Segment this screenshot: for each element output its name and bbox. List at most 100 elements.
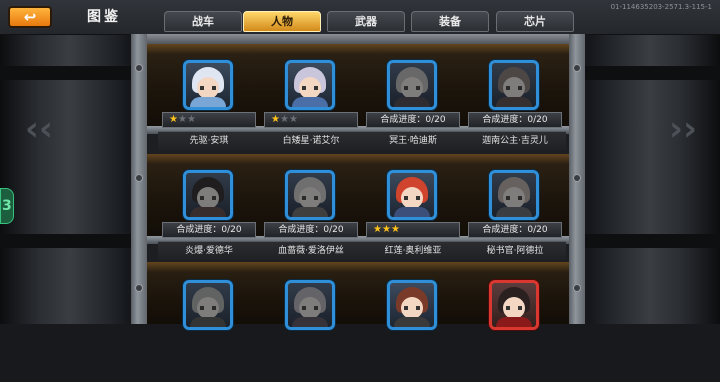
back-button[interactable]: ↩ [8, 6, 52, 28]
star-icon: ★ [279, 114, 289, 125]
synthesis-status: ★★★ [264, 112, 358, 128]
side-drawer-tab[interactable]: 3 [0, 188, 14, 224]
character-card[interactable] [260, 280, 362, 382]
character-name: 迦南公主·吉灵儿 [464, 131, 566, 150]
face-shape [299, 187, 321, 209]
hair-shape [294, 177, 326, 203]
character-portrait[interactable] [387, 280, 437, 330]
character-card[interactable] [158, 280, 260, 382]
collection-frame: ★★★ 先驱·安琪 ★★★ 白矮星·诺艾尔 合成进度：0/20 冥王·哈迪斯 合成进度：0/… [131, 34, 585, 330]
star-icon: ★ [271, 114, 280, 125]
side-drawer-glyph: 3 [2, 198, 12, 214]
hair-shape [498, 177, 530, 203]
character-card[interactable] [464, 280, 566, 382]
synthesis-status: 合成进度：0/20 [468, 112, 562, 128]
character-card[interactable]: 合成进度：0/20 秘书官·阿德拉 [464, 170, 566, 272]
right-chevron-icon: ›› [668, 109, 698, 149]
eyes-shape [506, 86, 522, 90]
eyes-shape [506, 196, 522, 200]
star-rating: ★★★ [271, 114, 298, 126]
back-arrow-icon: ↩ [23, 8, 37, 26]
character-portrait[interactable] [489, 280, 539, 330]
character-portrait[interactable] [183, 170, 233, 220]
star-rating: ★★★ [373, 224, 400, 236]
eyes-shape [302, 196, 318, 200]
tab-chips[interactable]: 芯片 [496, 11, 574, 32]
eyes-shape [404, 196, 420, 200]
character-card[interactable]: 合成进度：0/20 迦南公主·吉灵儿 [464, 60, 566, 162]
character-name: 秘书官·阿德拉 [464, 241, 566, 260]
tab-vehicles[interactable]: 战车 [164, 11, 242, 32]
eyes-shape [404, 306, 420, 310]
tab-equipment[interactable]: 装备 [411, 11, 489, 32]
hair-shape [498, 67, 530, 93]
left-chevron-icon: ‹‹ [24, 109, 54, 149]
synthesis-status: 合成进度：0/20 [468, 222, 562, 238]
star-icon: ★ [373, 224, 382, 235]
face-shape [503, 187, 525, 209]
body-shape [394, 97, 430, 107]
character-card[interactable]: 合成进度：0/20 炎爆·爱德华 [158, 170, 260, 272]
body-shape [190, 97, 226, 107]
star-icon: ★ [288, 114, 298, 125]
eyes-shape [506, 306, 522, 310]
character-card[interactable]: ★★★ 红莲·奥利维亚 [362, 170, 464, 272]
character-card[interactable]: 合成进度：0/20 冥王·哈迪斯 [362, 60, 464, 162]
version-text: 01-114635203-2571.3-115-1 [610, 3, 712, 11]
character-card[interactable]: ★★★ 先驱·安琪 [158, 60, 260, 162]
page-title: 图鉴 [87, 9, 121, 25]
body-shape [394, 207, 430, 217]
body-shape [190, 207, 226, 217]
hair-shape [294, 287, 326, 313]
character-name: 白矮星·诺艾尔 [260, 131, 362, 150]
character-portrait[interactable] [489, 170, 539, 220]
hair-shape [192, 177, 224, 203]
tab-weapons[interactable]: 武器 [327, 11, 405, 32]
star-icon: ★ [186, 114, 196, 125]
character-portrait[interactable] [285, 60, 335, 110]
star-icon: ★ [177, 114, 187, 125]
body-shape [292, 97, 328, 107]
character-portrait[interactable] [183, 60, 233, 110]
face-shape [299, 297, 321, 319]
eyes-shape [200, 306, 216, 310]
right-rail [569, 34, 585, 324]
body-shape [496, 97, 532, 107]
synthesis-status: 合成进度：0/20 [264, 222, 358, 238]
character-card[interactable] [362, 280, 464, 382]
hair-shape [192, 287, 224, 313]
face-shape [197, 297, 219, 319]
character-portrait[interactable] [285, 170, 335, 220]
eyes-shape [200, 196, 216, 200]
eyes-shape [302, 86, 318, 90]
tab-characters[interactable]: 人物 [243, 11, 321, 32]
star-rating: ★★★ [169, 114, 196, 126]
character-card[interactable]: ★★★ 白矮星·诺艾尔 [260, 60, 362, 162]
character-name: 冥王·哈迪斯 [362, 131, 464, 150]
character-portrait[interactable] [183, 280, 233, 330]
frame-top-beam [131, 34, 585, 44]
character-portrait[interactable] [489, 60, 539, 110]
character-portrait[interactable] [387, 170, 437, 220]
face-shape [197, 187, 219, 209]
star-icon: ★ [381, 224, 391, 235]
left-rail [131, 34, 147, 324]
hair-shape [396, 67, 428, 93]
face-shape [503, 77, 525, 99]
eyes-shape [302, 306, 318, 310]
synthesis-status: ★★★ [162, 112, 256, 128]
character-name: 先驱·安琪 [158, 131, 260, 150]
character-portrait[interactable] [285, 280, 335, 330]
synthesis-status: 合成进度：0/20 [366, 112, 460, 128]
character-card[interactable]: 合成进度：0/20 血蔷薇·爱洛伊丝 [260, 170, 362, 272]
body-shape [292, 207, 328, 217]
eyes-shape [200, 86, 216, 90]
character-name: 炎爆·爱德华 [158, 241, 260, 260]
star-icon: ★ [169, 114, 178, 125]
body-shape [496, 207, 532, 217]
synthesis-status: 合成进度：0/20 [162, 222, 256, 238]
face-shape [401, 77, 423, 99]
character-portrait[interactable] [387, 60, 437, 110]
star-icon: ★ [390, 224, 400, 235]
character-name: 红莲·奥利维亚 [362, 241, 464, 260]
